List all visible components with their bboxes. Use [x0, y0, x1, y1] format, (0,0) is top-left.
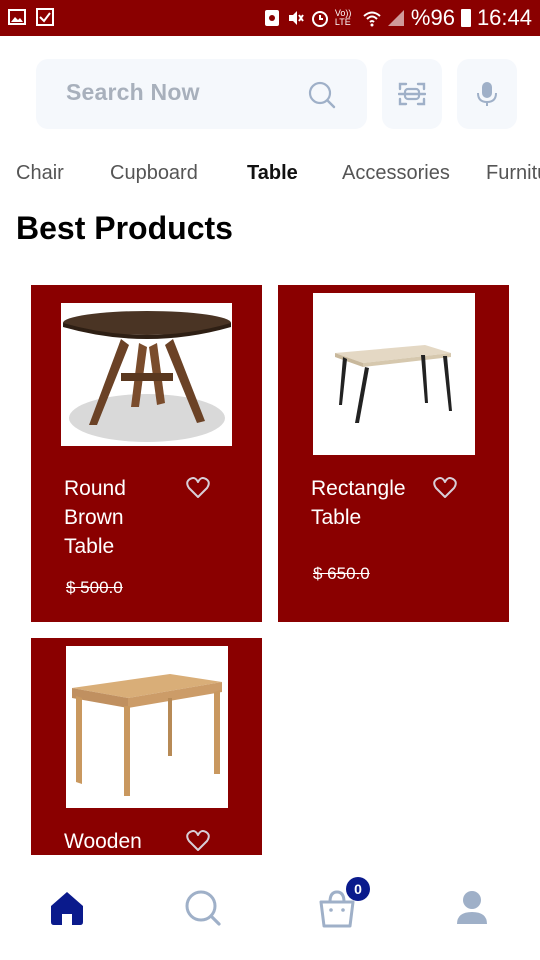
clock: 16:44 [476, 5, 532, 30]
product-price: $ 650.0 [313, 564, 370, 583]
battery-icon [460, 9, 471, 27]
status-bar: Vo)) LTE %96 16:44 [0, 0, 540, 36]
search-nav-icon[interactable] [183, 888, 223, 928]
microphone-icon [477, 82, 497, 106]
battery-percent: %96 [410, 5, 455, 30]
heart-icon[interactable] [186, 830, 210, 852]
product-name: Round Brown Table [64, 477, 126, 558]
search-icon[interactable] [308, 81, 336, 109]
nfc-icon [264, 10, 279, 26]
wooden-table-picture [72, 674, 222, 796]
product-card[interactable]: Wooden [31, 638, 262, 855]
category-tab-table[interactable]: Table [247, 162, 298, 185]
heart-icon[interactable] [433, 477, 457, 499]
round-table-picture [63, 311, 231, 442]
category-tab-accessories[interactable]: Accessories [342, 162, 450, 185]
category-tab-chair[interactable]: Chair [16, 162, 64, 185]
bottom-navigation [0, 856, 540, 960]
heart-icon[interactable] [186, 477, 210, 499]
product-card[interactable]: Round Brown Table $ 500.0 [31, 285, 262, 622]
product-image [66, 646, 228, 808]
category-tab-furniture[interactable]: Furniture [486, 162, 540, 185]
gallery-icon [8, 9, 26, 25]
home-icon[interactable] [47, 888, 87, 928]
scan-icon [398, 82, 426, 106]
section-title: Best Products [16, 210, 233, 246]
alarm-icon [311, 11, 328, 27]
wifi-icon [363, 11, 381, 27]
voice-search-button[interactable] [457, 59, 517, 129]
product-name: Rectangle Table [311, 477, 406, 529]
category-tabs: Chair Cupboard Table Accessories Furnitu… [0, 158, 540, 192]
product-card[interactable]: Rectangle Table $ 650.0 [278, 285, 509, 622]
product-image [313, 293, 475, 455]
volte-label: Vo)) LTE [334, 8, 352, 27]
signal-icon [387, 10, 404, 26]
product-name: Wooden [64, 830, 142, 853]
cart-count-badge: 0 [346, 877, 370, 901]
product-price: $ 500.0 [66, 578, 123, 597]
search-input[interactable]: Search Now [66, 79, 200, 106]
rectangle-table-picture [335, 345, 452, 423]
checkbox-icon [36, 8, 54, 26]
scan-button[interactable] [382, 59, 442, 129]
mute-icon [288, 11, 304, 25]
search-box[interactable]: Search Now [36, 59, 367, 129]
category-tab-cupboard[interactable]: Cupboard [110, 162, 198, 185]
profile-icon[interactable] [452, 888, 492, 928]
product-image [61, 303, 232, 446]
